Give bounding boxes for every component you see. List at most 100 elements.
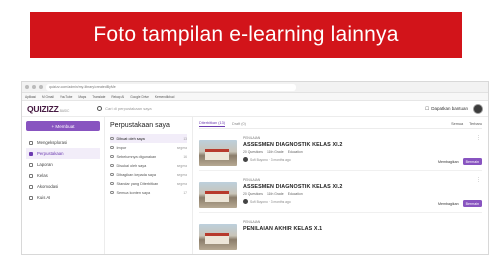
forward-icon[interactable]: [32, 85, 36, 89]
filter-count: 13: [183, 136, 187, 141]
grade-level: 11th Grade: [266, 192, 284, 196]
bookmark-item[interactable]: Rekap AI: [111, 95, 124, 99]
app-header: QUIZIZZBASIC Cari di perpustakaan saya ☐…: [22, 101, 488, 117]
filter-standards[interactable]: Standar yang Diterbitkan segera: [110, 179, 187, 188]
sidebar-item-ai-quiz[interactable]: Kuis AI: [26, 192, 100, 203]
quiz-title[interactable]: ASSESMEN DIAGNOSTIK KELAS XI.2: [243, 142, 482, 148]
help-icon: ☐: [425, 105, 430, 111]
quiz-thumbnail: [199, 182, 237, 208]
filter-liked[interactable]: Disukai oleh saya segera: [110, 161, 187, 170]
sidebar-item-label: Kelas: [37, 173, 48, 178]
bookmark-item[interactable]: Google Drive: [130, 95, 149, 99]
quizizz-logo[interactable]: QUIZIZZBASIC: [27, 104, 69, 114]
tab-draft[interactable]: Draft (0): [232, 122, 246, 126]
help-label: Dapatkan bantuan: [431, 106, 468, 111]
bookmark-item[interactable]: Maps: [78, 95, 86, 99]
filter-label: Dibuat oleh saya: [116, 136, 145, 141]
author-text: Sofi Buyono · 3 months ago: [250, 199, 291, 204]
import-icon: [110, 145, 114, 150]
sidebar-item-label: Perpustakaan: [37, 151, 64, 156]
filter-label: Disukai oleh saya: [116, 163, 147, 168]
bookmark-item[interactable]: Aplikasi: [25, 95, 36, 99]
quiz-actions: Membagikan Bermain: [438, 200, 482, 207]
author-avatar: [243, 157, 248, 162]
bookmark-item[interactable]: YouTube: [60, 95, 73, 99]
slide: Foto tampilan e-learning lainnya quizizz…: [0, 0, 491, 255]
filter-shared[interactable]: Dibagikan kepada saya segera: [110, 170, 187, 179]
grade-level: 11th Grade: [266, 150, 284, 154]
search-input[interactable]: Cari di perpustakaan saya: [105, 106, 151, 111]
person-icon: [110, 136, 114, 141]
reports-icon: [29, 162, 33, 167]
avatar[interactable]: [473, 103, 483, 114]
filter-created-by-me[interactable]: Dibuat oleh saya 13: [110, 134, 187, 143]
sidebar-item-accommodations[interactable]: Akomodasi: [26, 181, 100, 192]
sidebar-item-library[interactable]: Perpustakaan: [26, 148, 100, 159]
author-avatar: [243, 199, 248, 204]
search-box[interactable]: Cari di perpustakaan saya: [97, 106, 152, 111]
plan-badge: BASIC: [59, 108, 70, 113]
share-button[interactable]: Membagikan: [438, 160, 459, 164]
filter-previously-used[interactable]: Sebelumnya digunakan 16: [110, 152, 187, 161]
question-count: 20 Questions: [243, 150, 263, 154]
more-icon[interactable]: ⋮: [476, 135, 481, 141]
quiz-title[interactable]: PENILAIAN AKHIR KELAS X.1: [243, 226, 482, 232]
quiz-type: PENILAIAN: [243, 220, 261, 224]
content-tabs: Diterbitkan (13) Draft (0) Semua Terbaru: [199, 120, 482, 129]
sidebar-item-label: Kuis AI: [37, 195, 51, 200]
content-area: Diterbitkan (13) Draft (0) Semua Terbaru…: [193, 117, 488, 254]
library-icon: [29, 151, 33, 156]
sidebar-item-label: Akomodasi: [37, 184, 59, 189]
play-button[interactable]: Bermain: [462, 200, 482, 207]
back-icon[interactable]: [25, 85, 29, 89]
quiz-info: ⋮ PENILAIAN ASSESMEN DIAGNOSTIK KELAS XI…: [237, 134, 482, 167]
bookmark-item[interactable]: M Gmail: [42, 95, 54, 99]
filter-label: Impor: [116, 145, 127, 150]
bookmark-item[interactable]: Translate: [92, 95, 105, 99]
filter-all-content[interactable]: Semua konten saya 17: [110, 188, 187, 197]
quiz-meta: 20 Questions 11th Grade Education: [243, 150, 482, 154]
screenshot-frame: quizizz.com/admin/my-library/createdByMe…: [21, 81, 489, 255]
subject: Education: [287, 192, 303, 196]
help-button[interactable]: ☐ Dapatkan bantuan: [425, 106, 468, 112]
sidebar-item-reports[interactable]: Laporan: [26, 159, 100, 170]
filter-dropdown[interactable]: Semua: [451, 122, 463, 126]
tab-published[interactable]: Diterbitkan (13): [199, 121, 225, 127]
quiz-card[interactable]: ⋮ PENILAIAN ASSESMEN DIAGNOSTIK KELAS XI…: [199, 173, 482, 213]
browser-toolbar: quizizz.com/admin/my-library/createdByMe: [22, 82, 488, 93]
play-button[interactable]: Bermain: [462, 158, 482, 165]
quiz-actions: Membagikan Bermain: [438, 158, 482, 165]
quiz-card[interactable]: PENILAIAN PENILAIAN AKHIR KELAS X.1: [199, 215, 482, 254]
quiz-card[interactable]: ⋮ PENILAIAN ASSESMEN DIAGNOSTIK KELAS XI…: [199, 131, 482, 171]
library-title: Perpustakaan saya: [110, 122, 170, 129]
more-icon[interactable]: ⋮: [476, 177, 481, 183]
slide-title: Foto tampilan e-learning lainnya: [93, 23, 399, 46]
filter-count: 17: [183, 190, 187, 195]
sidebar-item-explore[interactable]: Mengeksplorasi: [26, 137, 100, 148]
share-button[interactable]: Membagikan: [438, 202, 459, 206]
filter-label: Standar yang Diterbitkan: [116, 181, 159, 186]
sidebar-item-label: Laporan: [37, 162, 53, 167]
title-banner: Foto tampilan e-learning lainnya: [30, 12, 462, 58]
filter-count: segera: [176, 163, 187, 168]
sidebar-item-classes[interactable]: Kelas: [26, 170, 100, 181]
folder-icon: [110, 190, 114, 195]
filter-count: 16: [183, 154, 187, 159]
classes-icon: [29, 173, 33, 178]
filter-import[interactable]: Impor segera: [110, 143, 187, 152]
filter-label: Sebelumnya digunakan: [116, 154, 157, 159]
address-bar[interactable]: quizizz.com/admin/my-library/createdByMe: [46, 83, 296, 91]
bookmark-item[interactable]: Kemendikbud: [155, 95, 175, 99]
filter-label: Dibagikan kepada saya: [116, 172, 156, 177]
bookmarks-bar: Aplikasi M Gmail YouTube Maps Translate …: [22, 93, 488, 101]
heart-icon: [110, 163, 114, 168]
subject: Education: [287, 150, 303, 154]
filter-count: segera: [176, 172, 187, 177]
app-body: + Membuat Mengeksplorasi Perpustakaan La…: [22, 117, 488, 254]
sort-dropdown[interactable]: Terbaru: [469, 122, 482, 126]
standards-icon: [110, 181, 114, 186]
reload-icon[interactable]: [39, 85, 43, 89]
create-button[interactable]: + Membuat: [26, 121, 100, 131]
quiz-title[interactable]: ASSESMEN DIAGNOSTIK KELAS XI.2: [243, 184, 482, 190]
history-icon: [110, 154, 114, 159]
